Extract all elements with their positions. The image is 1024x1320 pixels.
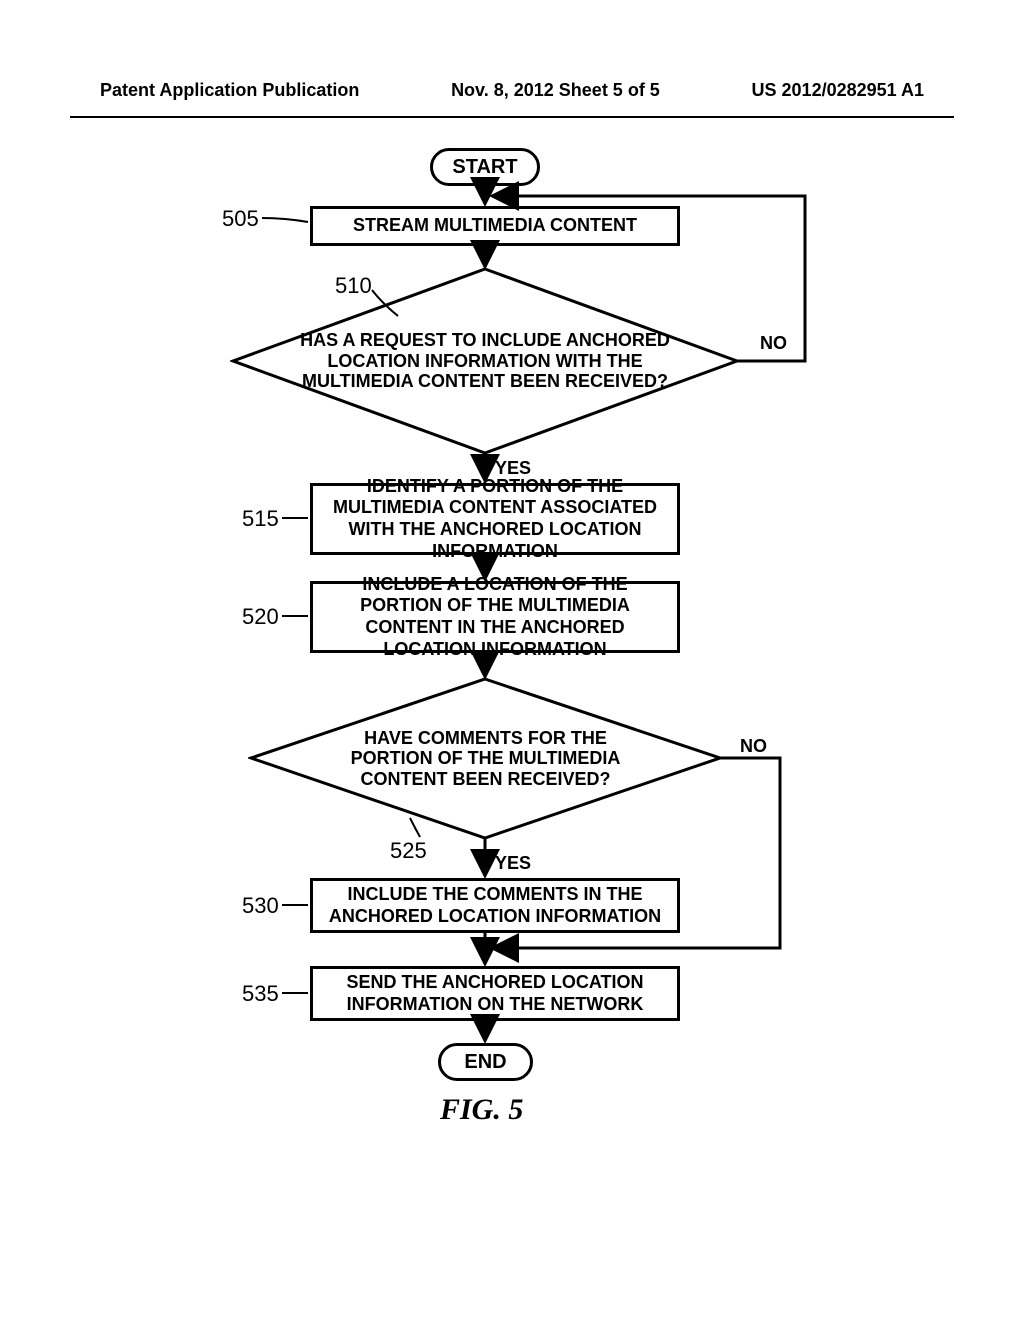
step-525-inner: HAVE COMMENTS FOR THE PORTION OF THE MUL… <box>248 727 723 789</box>
start-label: START <box>452 156 517 179</box>
header-left: Patent Application Publication <box>100 80 359 101</box>
start-terminator: START <box>430 148 540 186</box>
step-520-box: INCLUDE A LOCATION OF THE PORTION OF THE… <box>310 581 680 653</box>
step-515-box: IDENTIFY A PORTION OF THE MULTIMEDIA CON… <box>310 483 680 555</box>
step-530-box: INCLUDE THE COMMENTS IN THE ANCHORED LOC… <box>310 878 680 933</box>
step-525-text: HAVE COMMENTS FOR THE PORTION OF THE MUL… <box>248 727 723 789</box>
step-525-no: NO <box>740 736 767 757</box>
step-525-diamond: HAVE COMMENTS FOR THE PORTION OF THE MUL… <box>248 676 723 841</box>
step-525-yes: YES <box>495 853 531 874</box>
step-520-text: INCLUDE A LOCATION OF THE PORTION OF THE… <box>321 574 669 660</box>
step-530-num: 530 <box>242 893 279 919</box>
step-535-text: SEND THE ANCHORED LOCATION INFORMATION O… <box>321 972 669 1015</box>
step-530-text: INCLUDE THE COMMENTS IN THE ANCHORED LOC… <box>321 884 669 927</box>
step-515-text: IDENTIFY A PORTION OF THE MULTIMEDIA CON… <box>321 476 669 562</box>
header-right: US 2012/0282951 A1 <box>752 80 924 101</box>
step-505-text: STREAM MULTIMEDIA CONTENT <box>353 215 637 237</box>
step-515-num: 515 <box>242 506 279 532</box>
step-520-num: 520 <box>242 604 279 630</box>
step-510-text: HAS A REQUEST TO INCLUDE ANCHORED LOCATI… <box>230 330 740 392</box>
step-510-inner: HAS A REQUEST TO INCLUDE ANCHORED LOCATI… <box>230 330 740 392</box>
step-505-box: STREAM MULTIMEDIA CONTENT <box>310 206 680 246</box>
step-510-num: 510 <box>335 273 372 299</box>
figure-caption: FIG. 5 <box>440 1093 523 1127</box>
end-terminator: END <box>438 1043 533 1081</box>
step-510-diamond: HAS A REQUEST TO INCLUDE ANCHORED LOCATI… <box>230 266 740 456</box>
header-center: Nov. 8, 2012 Sheet 5 of 5 <box>451 80 660 101</box>
step-510-no: NO <box>760 333 787 354</box>
step-535-num: 535 <box>242 981 279 1007</box>
step-505-num: 505 <box>222 206 259 232</box>
end-label: END <box>464 1051 506 1074</box>
step-525-num: 525 <box>390 838 427 864</box>
step-535-box: SEND THE ANCHORED LOCATION INFORMATION O… <box>310 966 680 1021</box>
figure-caption-text: FIG. 5 <box>440 1093 523 1126</box>
page-header: Patent Application Publication Nov. 8, 2… <box>0 0 1024 111</box>
flowchart-container: START STREAM MULTIMEDIA CONTENT 505 HAS … <box>0 118 1024 1218</box>
